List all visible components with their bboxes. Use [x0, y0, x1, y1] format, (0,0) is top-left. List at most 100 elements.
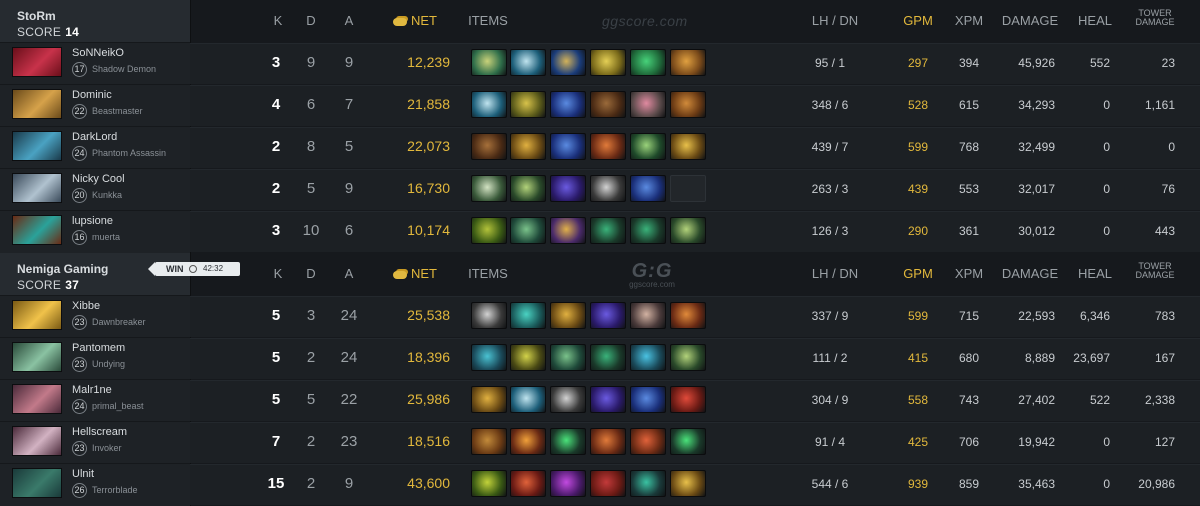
- item-icon[interactable]: [670, 302, 706, 329]
- item-icon[interactable]: [630, 217, 666, 244]
- team-name[interactable]: StoRm: [17, 9, 56, 23]
- hero-avatar[interactable]: [12, 215, 62, 245]
- player-row[interactable]: Hellscream 23 Invoker 7 2 23 18,516 91 / 4 425 70…: [0, 421, 1200, 463]
- hero-avatar[interactable]: [12, 426, 62, 456]
- player-name[interactable]: SoNNeikO: [72, 47, 124, 59]
- header-k[interactable]: K: [264, 266, 292, 281]
- item-icon[interactable]: [471, 428, 507, 455]
- item-icon[interactable]: [471, 175, 507, 202]
- hero-avatar[interactable]: [12, 173, 62, 203]
- item-icon[interactable]: [510, 133, 546, 160]
- item-icon[interactable]: [670, 386, 706, 413]
- player-name[interactable]: DarkLord: [72, 131, 117, 143]
- header-items[interactable]: ITEMS: [468, 266, 508, 281]
- item-icon[interactable]: [550, 175, 586, 202]
- item-icon[interactable]: [590, 91, 626, 118]
- hero-avatar[interactable]: [12, 47, 62, 77]
- item-icon[interactable]: [471, 386, 507, 413]
- header-net[interactable]: NET: [380, 13, 450, 28]
- item-icon[interactable]: [550, 217, 586, 244]
- header-items[interactable]: ITEMS: [468, 13, 508, 28]
- player-name[interactable]: Pantomem: [72, 342, 125, 354]
- player-name[interactable]: Hellscream: [72, 426, 127, 438]
- header-a[interactable]: A: [335, 13, 363, 28]
- item-icon[interactable]: [590, 49, 626, 76]
- item-icon[interactable]: [510, 428, 546, 455]
- item-icon[interactable]: [471, 49, 507, 76]
- hero-avatar[interactable]: [12, 468, 62, 498]
- item-icon[interactable]: [550, 428, 586, 455]
- item-icon[interactable]: [630, 470, 666, 497]
- item-icon[interactable]: [590, 386, 626, 413]
- item-icon[interactable]: [510, 386, 546, 413]
- item-icon[interactable]: [670, 344, 706, 371]
- item-icon[interactable]: [670, 470, 706, 497]
- item-icon[interactable]: [471, 302, 507, 329]
- item-icon[interactable]: [590, 133, 626, 160]
- header-k[interactable]: K: [264, 13, 292, 28]
- hero-avatar[interactable]: [12, 300, 62, 330]
- item-icon[interactable]: [550, 302, 586, 329]
- player-name[interactable]: lupsione: [72, 215, 113, 227]
- item-icon[interactable]: [670, 217, 706, 244]
- item-icon[interactable]: [630, 302, 666, 329]
- team-name[interactable]: Nemiga Gaming: [17, 262, 108, 276]
- player-name[interactable]: Malr1ne: [72, 384, 112, 396]
- hero-avatar[interactable]: [12, 89, 62, 119]
- item-icon[interactable]: [550, 49, 586, 76]
- item-icon[interactable]: [630, 133, 666, 160]
- item-icon[interactable]: [550, 133, 586, 160]
- item-icon[interactable]: [550, 470, 586, 497]
- hero-avatar[interactable]: [12, 342, 62, 372]
- item-icon[interactable]: [670, 133, 706, 160]
- hero-avatar[interactable]: [12, 384, 62, 414]
- item-icon[interactable]: [510, 302, 546, 329]
- player-row[interactable]: DarkLord 24 Phantom Assassin 2 8 5 22,073 439 /…: [0, 126, 1200, 168]
- player-row[interactable]: lupsione 16 muerta 3 10 6 10,174 126 / 3 290 361 3…: [0, 210, 1200, 252]
- item-icon[interactable]: [471, 217, 507, 244]
- player-name[interactable]: Ulnit: [72, 468, 94, 480]
- header-lhdn[interactable]: LH / DN: [805, 13, 865, 28]
- header-d[interactable]: D: [297, 13, 325, 28]
- player-name[interactable]: Nicky Cool: [72, 173, 125, 185]
- header-heal[interactable]: HEAL: [1070, 266, 1120, 281]
- header-net[interactable]: NET: [380, 266, 450, 281]
- header-lhdn[interactable]: LH / DN: [805, 266, 865, 281]
- player-row[interactable]: Nicky Cool 20 Kunkka 2 5 9 16,730 263 / 3 439 553…: [0, 168, 1200, 210]
- item-icon[interactable]: [590, 344, 626, 371]
- item-icon[interactable]: [510, 344, 546, 371]
- player-row[interactable]: Ulnit 26 Terrorblade 15 2 9 43,600 544 / 6 939 85…: [0, 463, 1200, 505]
- player-row[interactable]: Xibbe 23 Dawnbreaker 5 3 24 25,538 337 / 9 599 71…: [0, 295, 1200, 337]
- hero-avatar[interactable]: [12, 131, 62, 161]
- item-icon[interactable]: [590, 470, 626, 497]
- item-icon[interactable]: [550, 344, 586, 371]
- player-name[interactable]: Xibbe: [72, 300, 100, 312]
- item-icon[interactable]: [510, 49, 546, 76]
- item-icon[interactable]: [630, 175, 666, 202]
- item-icon[interactable]: [471, 470, 507, 497]
- item-icon[interactable]: [510, 217, 546, 244]
- header-xpm[interactable]: XPM: [945, 266, 993, 281]
- header-damage[interactable]: DAMAGE: [995, 266, 1065, 281]
- item-icon[interactable]: [510, 470, 546, 497]
- item-icon[interactable]: [630, 386, 666, 413]
- item-icon[interactable]: [550, 386, 586, 413]
- item-icon[interactable]: [590, 175, 626, 202]
- player-row[interactable]: Pantomem 23 Undying 5 2 24 18,396 111 / 2 415 680…: [0, 337, 1200, 379]
- item-icon[interactable]: [630, 91, 666, 118]
- header-heal[interactable]: HEAL: [1070, 13, 1120, 28]
- item-icon[interactable]: [630, 49, 666, 76]
- header-gpm[interactable]: GPM: [893, 13, 943, 28]
- item-icon[interactable]: [550, 91, 586, 118]
- header-tower-damage[interactable]: TOWER DAMAGE: [1125, 262, 1185, 280]
- header-a[interactable]: A: [335, 266, 363, 281]
- player-row[interactable]: Dominic 22 Beastmaster 4 6 7 21,858 348 / 6 528 6…: [0, 84, 1200, 126]
- item-icon[interactable]: [630, 344, 666, 371]
- header-damage[interactable]: DAMAGE: [995, 13, 1065, 28]
- item-icon[interactable]: [670, 91, 706, 118]
- player-row[interactable]: SoNNeikO 17 Shadow Demon 3 9 9 12,239 95 / 1 297…: [0, 42, 1200, 84]
- item-icon[interactable]: [510, 175, 546, 202]
- item-icon[interactable]: [510, 91, 546, 118]
- header-tower-damage[interactable]: TOWER DAMAGE: [1125, 9, 1185, 27]
- item-icon[interactable]: [590, 302, 626, 329]
